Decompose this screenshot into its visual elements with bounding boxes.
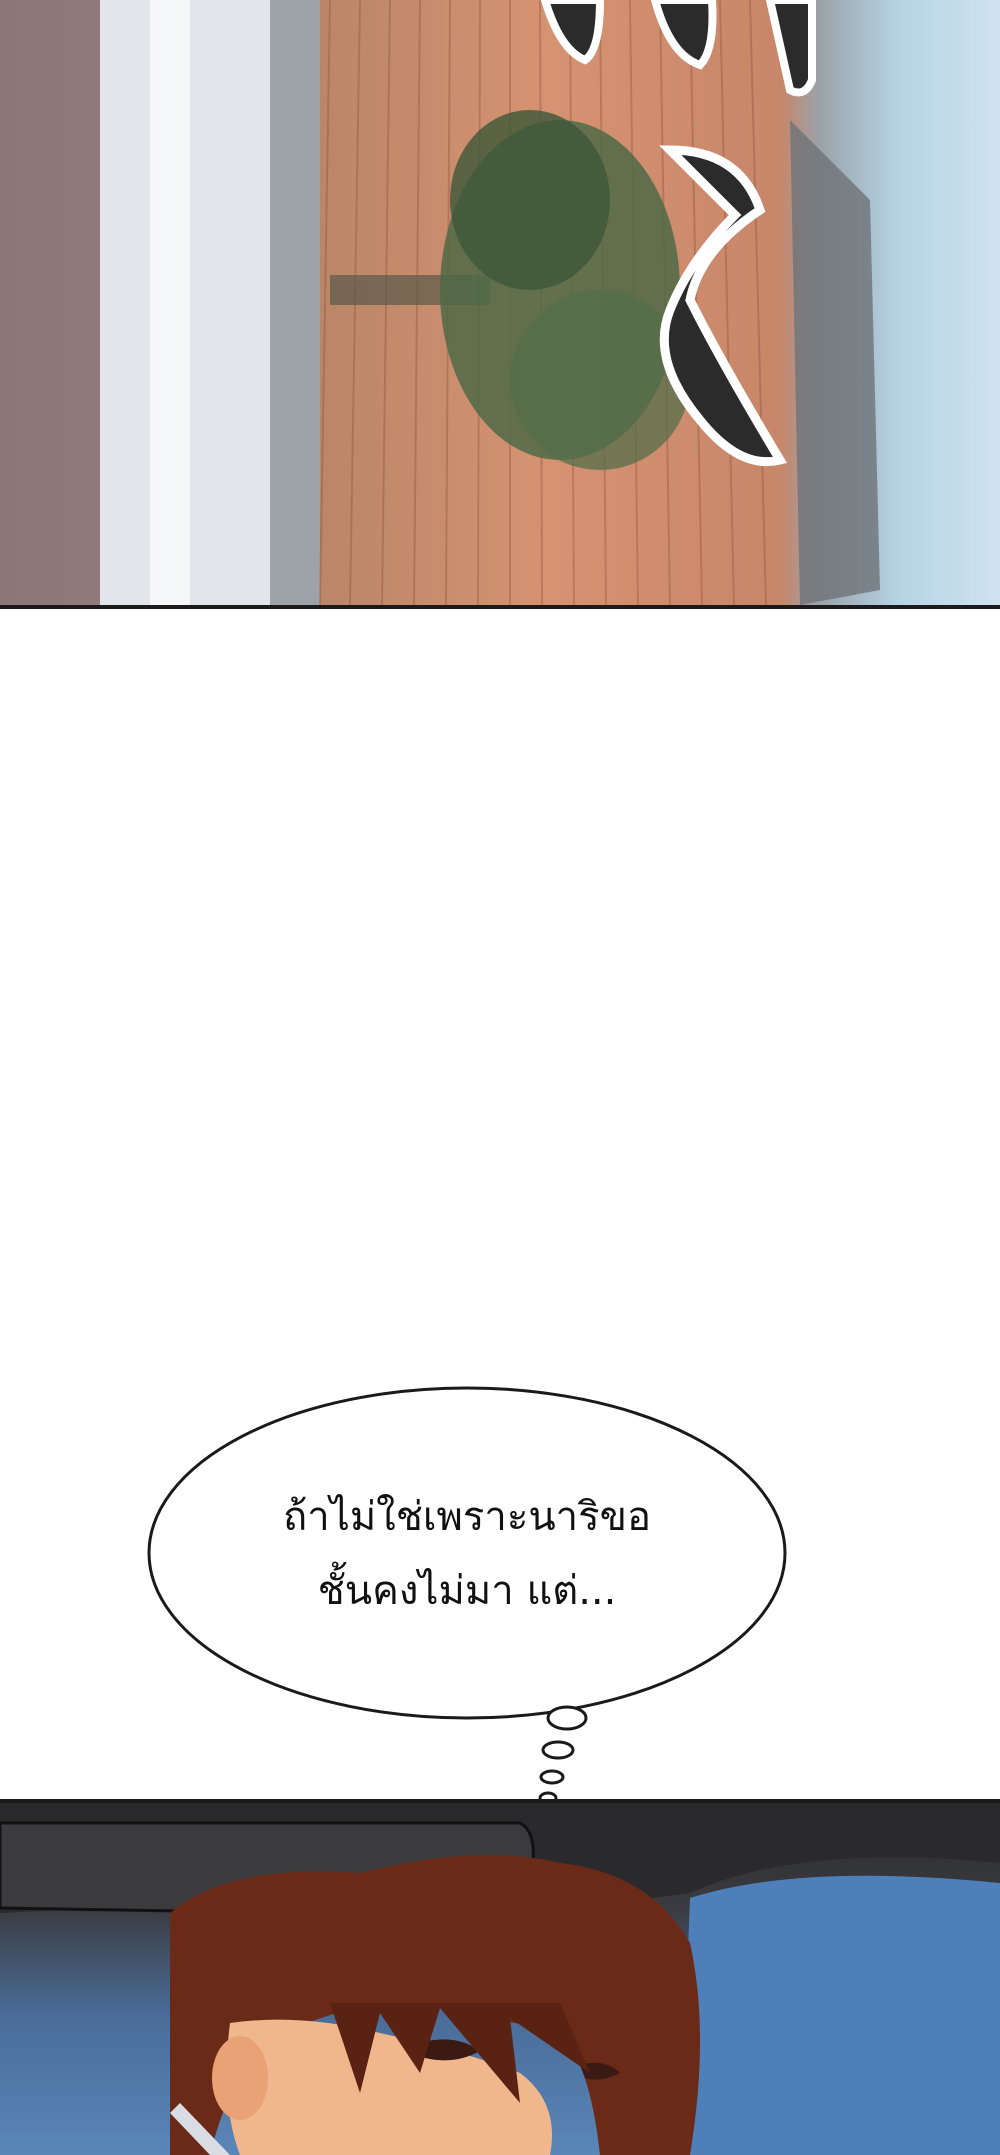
speech-bubble-line-2: ชั้นคงไม่มา แต่... bbox=[317, 1568, 617, 1614]
thought-bubble-tail bbox=[538, 1705, 588, 1805]
speech-bubble-line-1: ถ้าไม่ใช่เพราะนาริขอ bbox=[283, 1494, 651, 1540]
balcony-tree-illustration bbox=[0, 0, 880, 605]
top-illustration-panel bbox=[0, 0, 1000, 605]
character-in-car-illustration bbox=[0, 1803, 1000, 2155]
bottom-illustration-panel bbox=[0, 1803, 1000, 2155]
speech-bubble-shape bbox=[147, 1386, 787, 1720]
speech-bubble: ถ้าไม่ใช่เพราะนาริขอ ชั้นคงไม่มา แต่... bbox=[146, 1385, 788, 1721]
